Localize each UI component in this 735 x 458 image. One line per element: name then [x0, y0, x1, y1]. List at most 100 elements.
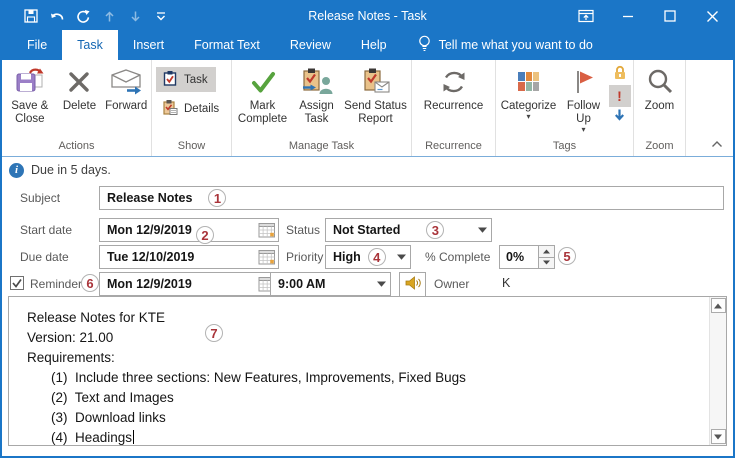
owner-label: Owner — [434, 277, 470, 291]
follow-up-button[interactable]: Follow Up ▾ — [561, 62, 607, 134]
private-lock-icon — [612, 65, 628, 85]
show-task-label: Task — [184, 73, 208, 86]
body-line: Version: 21.00 — [27, 330, 114, 345]
forward-label: Forward — [105, 100, 148, 112]
tab-help[interactable]: Help — [346, 30, 402, 60]
priority-dropdown[interactable]: High 4 — [325, 245, 411, 269]
categorize-button[interactable]: Categorize ▾ — [497, 62, 561, 121]
move-up-icon[interactable] — [96, 2, 122, 30]
customize-quick-access-icon[interactable] — [148, 2, 174, 30]
body-list-item-text: (4) Headings — [51, 430, 133, 445]
reminder-date-input[interactable]: Mon 12/9/2019 — [99, 272, 279, 296]
tab-review[interactable]: Review — [275, 30, 346, 60]
group-label-manage-task: Manage Task — [288, 140, 355, 152]
follow-up-flag-icon — [573, 66, 595, 98]
body-scrollbar[interactable] — [709, 297, 726, 445]
zoom-button[interactable]: Zoom — [637, 62, 683, 113]
tab-format-text[interactable]: Format Text — [179, 30, 275, 60]
assign-task-label: Assign Task — [299, 100, 334, 125]
show-details-button[interactable]: Details — [156, 96, 227, 121]
ribbon-group-tags: Categorize ▾ Follow Up ▾ ! Tags — [496, 60, 634, 156]
due-date-input[interactable]: Tue 12/10/2019 — [99, 245, 279, 269]
task-clipboard-icon — [162, 70, 178, 89]
percent-complete-spinner[interactable]: 0% — [499, 245, 555, 269]
low-importance-button[interactable] — [609, 108, 631, 127]
text-cursor — [133, 430, 135, 444]
redo-icon[interactable] — [70, 2, 96, 30]
close-icon[interactable] — [691, 2, 733, 30]
quick-access-toolbar — [18, 2, 174, 30]
undo-icon[interactable] — [44, 2, 70, 30]
annotation-3: 3 — [426, 221, 445, 239]
status-dropdown-arrow-icon[interactable] — [473, 219, 491, 241]
speaker-icon — [404, 275, 422, 294]
move-down-icon[interactable] — [122, 2, 148, 30]
assign-task-button[interactable]: Assign Task — [292, 62, 342, 126]
scroll-down-icon[interactable] — [710, 429, 726, 444]
start-date-calendar-icon[interactable] — [256, 219, 278, 241]
annotation-4: 4 — [367, 248, 386, 266]
minimize-icon[interactable] — [607, 2, 649, 30]
tab-file[interactable]: File — [12, 30, 62, 60]
save-close-label: Save & Close — [11, 100, 49, 125]
reminder-checkbox[interactable] — [10, 276, 24, 290]
body-list-item: (2) Text and Images — [51, 390, 174, 405]
ribbon-display-options-icon[interactable] — [565, 2, 607, 30]
follow-up-label: Follow Up — [566, 100, 601, 125]
group-label-actions: Actions — [58, 140, 95, 152]
due-date-value: Tue 12/10/2019 — [107, 250, 195, 264]
high-importance-button[interactable]: ! — [608, 85, 631, 107]
mark-complete-button[interactable]: Mark Complete — [234, 62, 292, 126]
status-dropdown[interactable]: Not Started 3 — [325, 218, 492, 242]
ribbon-group-show: Task Details Show — [152, 60, 232, 156]
subject-label: Subject — [20, 191, 61, 205]
scroll-up-icon[interactable] — [710, 298, 726, 313]
save-close-button[interactable]: Save & Close — [2, 62, 58, 126]
group-label-tags: Tags — [552, 140, 577, 152]
task-body-editor[interactable]: Release Notes for KTE Version: 21.00 Req… — [8, 296, 727, 446]
tell-me-label: Tell me what you want to do — [438, 38, 593, 52]
save-icon[interactable] — [18, 2, 44, 30]
ribbon-tab-bar: File Task Insert Format Text Review Help… — [2, 30, 733, 60]
ribbon: Save & Close Delete Forward Actions Task… — [2, 60, 733, 157]
ribbon-group-zoom: Zoom Zoom — [634, 60, 686, 156]
annotation-6: 6 — [81, 274, 99, 292]
delete-button[interactable]: Delete — [58, 62, 102, 113]
reminder-sound-button[interactable] — [399, 272, 426, 297]
tell-me-box[interactable]: Tell me what you want to do — [418, 30, 593, 60]
subject-input[interactable]: Release Notes 1 — [99, 186, 724, 210]
send-status-report-button[interactable]: Send Status Report — [342, 62, 410, 126]
priority-dropdown-arrow-icon[interactable] — [392, 246, 410, 268]
due-date-calendar-icon[interactable] — [256, 246, 278, 268]
annotation-7: 7 — [205, 324, 223, 342]
body-list-item: (1) Include three sections: New Features… — [51, 370, 466, 385]
tab-insert[interactable]: Insert — [118, 30, 179, 60]
follow-up-dropdown-caret-icon: ▾ — [581, 125, 586, 134]
reminder-time-value: 9:00 AM — [278, 277, 326, 291]
reminder-time-dropdown-arrow-icon[interactable] — [372, 273, 390, 295]
owner-value: K — [502, 276, 511, 290]
show-task-button[interactable]: Task — [156, 67, 216, 92]
start-date-input[interactable]: Mon 12/9/2019 — [99, 218, 279, 242]
delete-icon — [66, 66, 92, 98]
send-status-report-icon — [361, 66, 391, 98]
collapse-ribbon-icon[interactable] — [711, 135, 723, 153]
delete-label: Delete — [62, 100, 97, 112]
spin-down-icon[interactable] — [539, 257, 554, 268]
reminder-time-dropdown[interactable]: 9:00 AM — [270, 272, 391, 296]
start-date-label: Start date — [20, 223, 73, 237]
tab-task[interactable]: Task — [62, 30, 118, 60]
forward-button[interactable]: Forward — [101, 62, 151, 113]
recurrence-button[interactable]: Recurrence — [417, 62, 491, 113]
body-list-item: (4) Headings — [27, 428, 700, 448]
mark-complete-check-icon — [248, 66, 278, 98]
send-status-report-label: Send Status Report — [344, 100, 407, 125]
task-form: Subject Release Notes 1 Start date Mon 1… — [2, 183, 733, 297]
percent-complete-value: 0% — [506, 250, 525, 264]
maximize-icon[interactable] — [649, 2, 691, 30]
private-lock-button[interactable] — [609, 65, 631, 84]
categorize-icon — [516, 66, 542, 98]
spin-up-icon[interactable] — [539, 246, 554, 258]
annotation-2: 2 — [196, 226, 214, 244]
zoom-magnifier-icon — [645, 66, 675, 98]
